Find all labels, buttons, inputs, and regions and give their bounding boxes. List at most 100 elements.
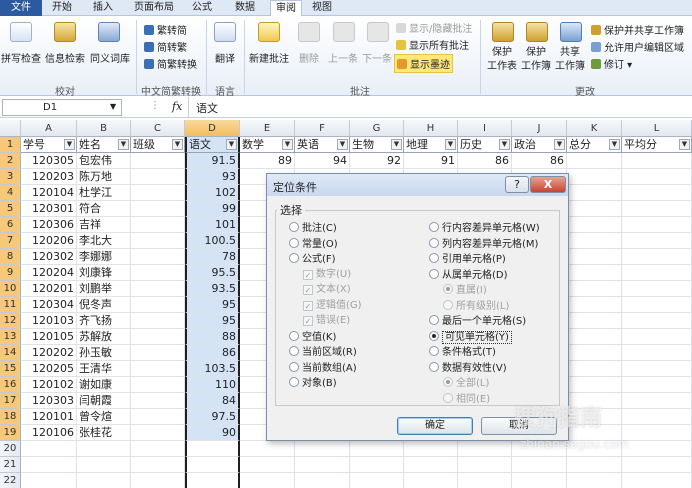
cell-D21[interactable] xyxy=(185,457,240,473)
cell-B14[interactable]: 孙玉敏 xyxy=(77,345,131,361)
thesaurus-button[interactable]: 同义词库 xyxy=(88,50,132,65)
radio-icon[interactable] xyxy=(429,222,439,232)
name-box[interactable]: D1 xyxy=(2,99,122,116)
cell-D13[interactable]: 88 xyxy=(185,329,240,345)
cell-A14[interactable]: 120202 xyxy=(21,345,77,361)
cell-K13[interactable] xyxy=(567,329,622,345)
column-header-E[interactable]: E xyxy=(240,120,295,137)
cell-B7[interactable]: 李北大 xyxy=(77,233,131,249)
cell-L16[interactable] xyxy=(622,377,692,393)
row-header-15[interactable]: 15 xyxy=(0,361,21,377)
cell-K15[interactable] xyxy=(567,361,622,377)
cell-D17[interactable]: 84 xyxy=(185,393,240,409)
cell-B10[interactable]: 刘鹏举 xyxy=(77,281,131,297)
right-option-5[interactable]: 所有级别(L) xyxy=(443,299,509,313)
right-option-10[interactable]: 全部(L) xyxy=(443,377,489,390)
cell-C12[interactable] xyxy=(131,313,185,329)
filter-dropdown-icon[interactable]: ▼ xyxy=(118,139,129,150)
cell-E1[interactable]: 数学 ▼ xyxy=(240,137,295,153)
radio-icon[interactable] xyxy=(443,377,453,387)
radio-icon[interactable] xyxy=(429,346,439,356)
right-option-11[interactable]: 相同(E) xyxy=(443,392,490,406)
cell-A17[interactable]: 120303 xyxy=(21,393,77,409)
trad-to-simp-button[interactable]: 繁转简 xyxy=(144,22,187,37)
cell-E2[interactable]: 89 xyxy=(240,153,295,169)
cell-A16[interactable]: 120102 xyxy=(21,377,77,393)
cell-C19[interactable] xyxy=(131,425,185,441)
row-header-11[interactable]: 11 xyxy=(0,297,21,313)
cell-L7[interactable] xyxy=(622,233,692,249)
filter-dropdown-icon[interactable]: ▼ xyxy=(226,139,237,150)
right-option-8[interactable]: 条件格式(T) xyxy=(429,346,496,359)
cell-C14[interactable] xyxy=(131,345,185,361)
cell-D7[interactable]: 100.5 xyxy=(185,233,240,249)
cell-G21[interactable] xyxy=(350,457,404,473)
cell-L17[interactable] xyxy=(622,393,692,409)
cell-D11[interactable]: 95 xyxy=(185,297,240,313)
delete-comment-button[interactable]: 删除 xyxy=(296,50,322,65)
cell-B15[interactable]: 王清华 xyxy=(77,361,131,377)
radio-icon[interactable] xyxy=(443,284,453,294)
cell-L1[interactable]: 平均分 ▼ xyxy=(622,137,692,153)
protect-sheet-button[interactable]: 保护 工作表 xyxy=(484,46,520,74)
cell-E22[interactable] xyxy=(240,473,295,488)
cell-D9[interactable]: 95.5 xyxy=(185,265,240,281)
cell-G1[interactable]: 生物 ▼ xyxy=(350,137,404,153)
cell-A9[interactable]: 120204 xyxy=(21,265,77,281)
cell-I21[interactable] xyxy=(458,457,512,473)
simp-to-trad-button[interactable]: 简转繁 xyxy=(144,39,187,54)
cell-A18[interactable]: 120101 xyxy=(21,409,77,425)
radio-icon[interactable] xyxy=(443,299,453,310)
cell-A22[interactable] xyxy=(21,473,77,488)
cell-K2[interactable] xyxy=(567,153,622,169)
checkbox-icon[interactable]: ✓ xyxy=(303,269,313,280)
radio-icon[interactable] xyxy=(429,330,439,341)
protect-workbook-button[interactable]: 保护 工作簿 xyxy=(518,46,554,74)
cell-G20[interactable] xyxy=(350,441,404,457)
cell-I1[interactable]: 历史 ▼ xyxy=(458,137,512,153)
cell-B8[interactable]: 李娜娜 xyxy=(77,249,131,265)
cell-C7[interactable] xyxy=(131,233,185,249)
left-option-2[interactable]: 公式(F) xyxy=(289,253,336,266)
cell-A8[interactable]: 120302 xyxy=(21,249,77,265)
share-workbook-button[interactable]: 共享 工作簿 xyxy=(552,46,588,74)
cell-J2[interactable]: 86 xyxy=(512,153,567,169)
cell-B6[interactable]: 吉祥 xyxy=(77,217,131,233)
cell-D22[interactable] xyxy=(185,473,240,488)
translate-button[interactable]: 翻译 xyxy=(208,50,242,65)
cell-K8[interactable] xyxy=(567,249,622,265)
protect-share-button[interactable]: 保护并共享工作簿 xyxy=(591,22,684,37)
cell-C17[interactable] xyxy=(131,393,185,409)
cell-K7[interactable] xyxy=(567,233,622,249)
cell-D5[interactable]: 99 xyxy=(185,201,240,217)
row-header-20[interactable]: 20 xyxy=(0,441,21,457)
row-header-10[interactable]: 10 xyxy=(0,281,21,297)
radio-icon[interactable] xyxy=(429,361,439,372)
cell-A10[interactable]: 120201 xyxy=(21,281,77,297)
cell-L14[interactable] xyxy=(622,345,692,361)
radio-icon[interactable] xyxy=(289,377,299,387)
cell-A19[interactable]: 120106 xyxy=(21,425,77,441)
column-header-A[interactable]: A xyxy=(21,120,77,137)
cell-K5[interactable] xyxy=(567,201,622,217)
tab-4[interactable]: 公式 xyxy=(184,0,220,16)
row-header-3[interactable]: 3 xyxy=(0,169,21,185)
cell-A5[interactable]: 120301 xyxy=(21,201,77,217)
row-header-9[interactable]: 9 xyxy=(0,265,21,281)
show-hide-comment-button[interactable]: 显示/隐藏批注 xyxy=(396,20,472,35)
cell-D10[interactable]: 93.5 xyxy=(185,281,240,297)
filter-dropdown-icon[interactable]: ▼ xyxy=(609,139,620,150)
column-header-J[interactable]: J xyxy=(512,120,567,137)
cell-L5[interactable] xyxy=(622,201,692,217)
right-option-4[interactable]: 直属(I) xyxy=(443,284,487,297)
row-header-4[interactable]: 4 xyxy=(0,185,21,201)
cell-B17[interactable]: 闫朝霞 xyxy=(77,393,131,409)
show-ink-button[interactable]: 显示墨迹 xyxy=(394,54,453,73)
cell-K10[interactable] xyxy=(567,281,622,297)
cell-A6[interactable]: 120306 xyxy=(21,217,77,233)
tab-2[interactable]: 插入 xyxy=(82,0,124,16)
radio-icon[interactable] xyxy=(289,237,299,248)
tab-5[interactable]: 数据 xyxy=(224,0,266,16)
cell-J1[interactable]: 政治 ▼ xyxy=(512,137,567,153)
column-header-C[interactable]: C xyxy=(131,120,185,137)
